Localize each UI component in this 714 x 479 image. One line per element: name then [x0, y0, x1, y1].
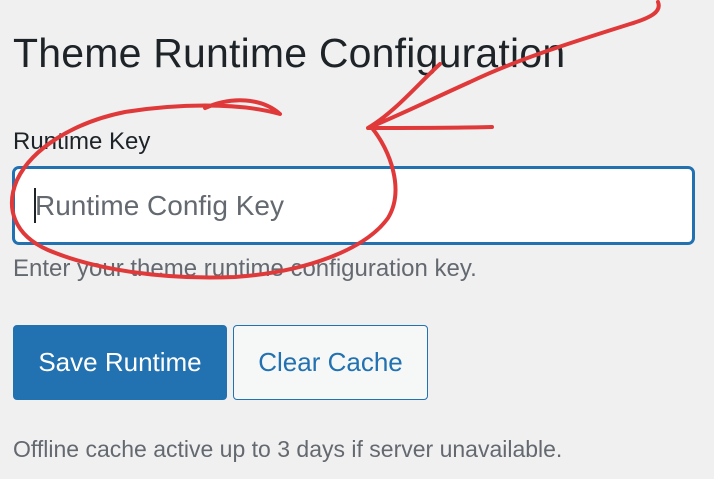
runtime-key-label: Runtime Key	[13, 128, 151, 155]
clear-cache-button[interactable]: Clear Cache	[233, 325, 428, 400]
page-title: Theme Runtime Configuration	[13, 30, 566, 76]
runtime-key-input[interactable]	[13, 167, 694, 244]
runtime-key-help-text: Enter your theme runtime configuration k…	[13, 255, 477, 282]
offline-cache-note: Offline cache active up to 3 days if ser…	[13, 436, 563, 462]
text-caret	[34, 188, 36, 223]
save-runtime-button[interactable]: Save Runtime	[13, 325, 227, 400]
